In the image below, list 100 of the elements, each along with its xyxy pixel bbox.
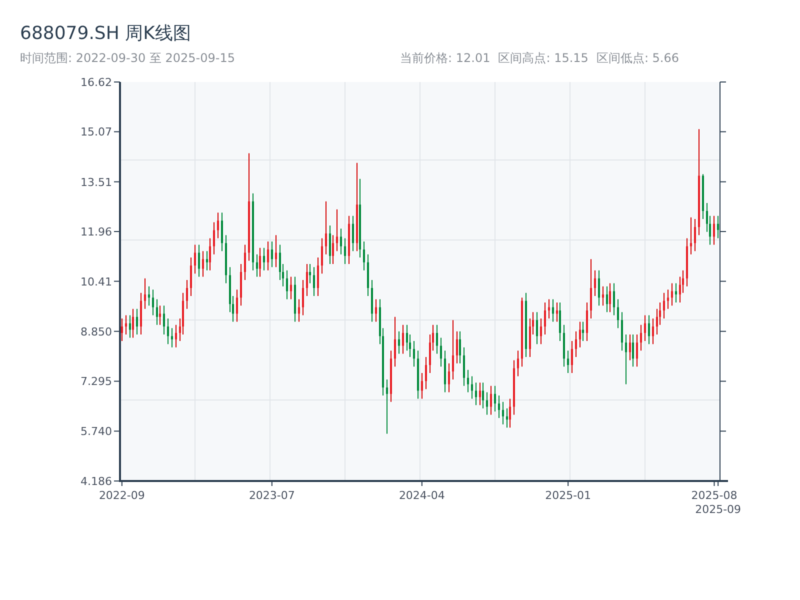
candlestick (525, 292, 527, 358)
axis-label: 2025-01 (545, 489, 592, 502)
candlestick (671, 282, 673, 306)
candlestick (544, 302, 546, 336)
axis-label: 15.07 (80, 126, 112, 139)
candlestick (575, 330, 577, 358)
candlestick (294, 276, 296, 322)
candlestick (152, 289, 154, 316)
candlestick (171, 328, 173, 348)
candlestick (225, 234, 227, 284)
candlestick (240, 263, 242, 306)
candlestick (548, 298, 550, 319)
candlestick (398, 330, 400, 354)
candlestick (494, 385, 496, 412)
axis-label: 5.740 (80, 425, 112, 438)
candlestick (521, 297, 523, 368)
candlestick (694, 218, 696, 252)
candlestick (444, 350, 446, 393)
candlestick (590, 258, 592, 319)
candlestick (652, 318, 654, 345)
candlestick (386, 378, 388, 434)
candlestick (594, 270, 596, 297)
axis-label: 2023-07 (248, 489, 295, 502)
price-stat: 区间低点: 5.66 (596, 50, 680, 66)
axis-label: 4.186 (80, 475, 112, 488)
candlestick (436, 324, 438, 354)
axis-label: 2022-09 (98, 489, 145, 502)
candlestick (344, 238, 346, 264)
candlestick (236, 289, 238, 322)
candlestick (213, 222, 215, 255)
candlestick (640, 324, 642, 352)
candlestick (148, 286, 150, 306)
candlestick (325, 200, 327, 255)
candlestick (517, 350, 519, 377)
candlestick (267, 240, 269, 271)
candlestick (286, 270, 288, 300)
candlestick (413, 340, 415, 368)
candlestick (571, 340, 573, 374)
candlestick (598, 270, 600, 306)
candlestick (367, 254, 369, 297)
candlestick (190, 257, 192, 297)
axis-label: 10.41 (80, 275, 112, 288)
candlestick (371, 280, 373, 322)
candlestick (513, 360, 515, 416)
candlestick (194, 244, 196, 274)
candlestick (140, 292, 142, 336)
candlestick (202, 250, 204, 278)
candlestick (502, 401, 504, 425)
candlestick (613, 282, 615, 316)
candlestick (363, 240, 365, 271)
candlestick (263, 247, 265, 271)
candlestick (417, 350, 419, 400)
candlestick (452, 320, 454, 380)
candlestick (121, 318, 123, 342)
candlestick (244, 244, 246, 280)
axis-label: 7.295 (80, 375, 112, 388)
candlestick (340, 228, 342, 255)
candlestick (290, 276, 292, 300)
candlestick (448, 362, 450, 393)
candlestick (563, 324, 565, 368)
candlestick (336, 208, 338, 252)
candlestick (421, 372, 423, 400)
candlestick (321, 238, 323, 274)
price-stat: 当前价格: 12.01 (400, 50, 490, 66)
candlestick (675, 282, 677, 303)
candlestick (394, 316, 396, 368)
candlestick (144, 278, 146, 310)
candlestick (586, 302, 588, 342)
candlestick (175, 324, 177, 348)
candlestick (686, 238, 688, 287)
candlestick (486, 392, 488, 416)
candlestick (186, 280, 188, 310)
candlestick (136, 308, 138, 336)
candlestick (536, 312, 538, 345)
candlestick (298, 298, 300, 322)
candlestick (167, 318, 169, 345)
price-stat: 区间高点: 15.15 (498, 50, 588, 66)
candlestick (475, 382, 477, 406)
candlestick (717, 215, 719, 239)
candlestick (625, 334, 627, 385)
axis-label: 2024-04 (398, 489, 445, 502)
candlestick (390, 350, 392, 402)
candlestick (648, 314, 650, 345)
candlestick (221, 212, 223, 252)
candlestick (552, 298, 554, 322)
candlestick (471, 376, 473, 400)
candlestick (667, 289, 669, 310)
candlestick (498, 395, 500, 418)
candlestick (317, 257, 319, 297)
candlestick (636, 334, 638, 368)
candlestick (644, 314, 646, 342)
axis-label: 13.51 (80, 176, 112, 189)
candlestick (567, 350, 569, 374)
candlestick (490, 385, 492, 416)
candlestick (198, 244, 200, 278)
axis-label: 11.96 (80, 226, 112, 239)
chart-title: 688079.SH 周K线图 (20, 22, 192, 46)
candlestick (302, 280, 304, 316)
date-range: 时间范围: 2022-09-30 至 2025-09-15 (20, 50, 236, 66)
candlestick (271, 240, 273, 268)
